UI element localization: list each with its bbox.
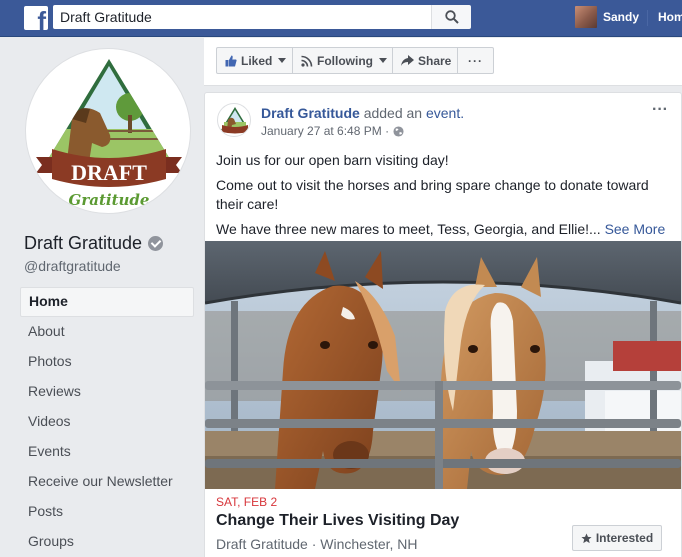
nav-item-photos[interactable]: Photos <box>20 347 194 377</box>
see-more-link[interactable]: See More <box>605 221 666 237</box>
post-timestamp: January 27 at 6:48 PM · <box>261 124 404 138</box>
share-label: Share <box>418 53 452 68</box>
page-profile-picture[interactable]: DRAFT Gratitude <box>25 48 191 214</box>
interested-label: Interested <box>595 531 654 545</box>
nav-item-newsletter[interactable]: Receive our Newsletter <box>20 467 194 497</box>
nav-item-videos[interactable]: Videos <box>20 407 194 437</box>
nav-item-groups[interactable]: Groups <box>20 527 194 557</box>
nav-item-reviews[interactable]: Reviews <box>20 377 194 407</box>
event-location: Draft Gratitude · Winchester, NH <box>216 536 418 552</box>
nav-item-events[interactable]: Events <box>20 437 194 467</box>
svg-text:Gratitude: Gratitude <box>69 191 150 209</box>
verified-check-icon <box>148 236 164 251</box>
page-action-bar: Liked Following Share ··· <box>204 38 682 86</box>
share-button[interactable]: Share <box>392 47 458 74</box>
top-bar: f Draft Gratitude Sandy Home <box>0 0 682 37</box>
home-link[interactable]: Home <box>658 10 682 24</box>
facebook-logo-icon[interactable]: f <box>24 6 48 34</box>
post-header: Draft Gratitude added an event. <box>261 105 464 121</box>
top-divider <box>647 10 648 26</box>
liked-label: Liked <box>241 53 273 68</box>
post-time-text[interactable]: January 27 at 6:48 PM · <box>261 124 389 138</box>
post-author-avatar[interactable] <box>217 103 251 137</box>
star-icon <box>581 532 592 543</box>
globe-icon <box>393 125 404 137</box>
page-name-text: Draft Gratitude <box>24 233 143 253</box>
post-paragraph: We have three new mares to meet, Tess, G… <box>216 220 671 239</box>
search-value: Draft Gratitude <box>60 9 152 25</box>
event-title-link[interactable]: Change Their Lives Visiting Day <box>216 512 459 530</box>
interested-button[interactable]: Interested <box>572 525 662 551</box>
post-paragraph: Come out to visit the horses and bring s… <box>216 177 649 212</box>
chevron-down-icon <box>278 58 287 63</box>
user-avatar[interactable] <box>575 6 597 28</box>
thumbs-up-icon <box>225 55 237 66</box>
nav-item-home[interactable]: Home <box>20 287 194 317</box>
search-button[interactable] <box>431 5 471 29</box>
search-input[interactable]: Draft Gratitude <box>53 5 431 29</box>
svg-text:DRAFT: DRAFT <box>71 160 147 185</box>
event-post: Draft Gratitude added an event. January … <box>204 92 682 557</box>
chevron-down-icon <box>379 58 387 63</box>
post-action-text: added an <box>363 105 423 121</box>
post-options-button[interactable]: ··· <box>652 101 668 119</box>
share-arrow-icon <box>401 55 414 66</box>
post-paragraph: Join us for our open barn visiting day! <box>216 152 449 168</box>
event-photo[interactable] <box>205 241 681 489</box>
draft-gratitude-logo-small <box>221 107 249 134</box>
event-date: SAT, FEB 2 <box>216 495 278 509</box>
more-dots-icon: ··· <box>468 53 483 68</box>
draft-gratitude-logo: DRAFT Gratitude <box>36 59 182 209</box>
horses-photo <box>205 241 681 489</box>
page-nav: Home About Photos Reviews Videos Events … <box>20 287 194 557</box>
following-label: Following <box>317 53 373 68</box>
rss-icon <box>301 55 313 67</box>
user-name-link[interactable]: Sandy <box>603 10 639 24</box>
post-author-link[interactable]: Draft Gratitude <box>261 105 360 121</box>
page-title: Draft Gratitude <box>24 233 164 254</box>
nav-item-about[interactable]: About <box>20 317 194 347</box>
event-link[interactable]: event. <box>426 105 464 121</box>
page-handle[interactable]: @draftgratitude <box>24 258 121 274</box>
liked-button[interactable]: Liked <box>216 47 293 74</box>
search-icon <box>445 10 459 24</box>
nav-item-posts[interactable]: Posts <box>20 497 194 527</box>
following-button[interactable]: Following <box>292 47 393 74</box>
post-paragraph-text: We have three new mares to meet, Tess, G… <box>216 221 601 237</box>
post-text: Join us for our open barn visiting day! … <box>216 151 671 245</box>
more-options-button[interactable]: ··· <box>457 47 494 74</box>
